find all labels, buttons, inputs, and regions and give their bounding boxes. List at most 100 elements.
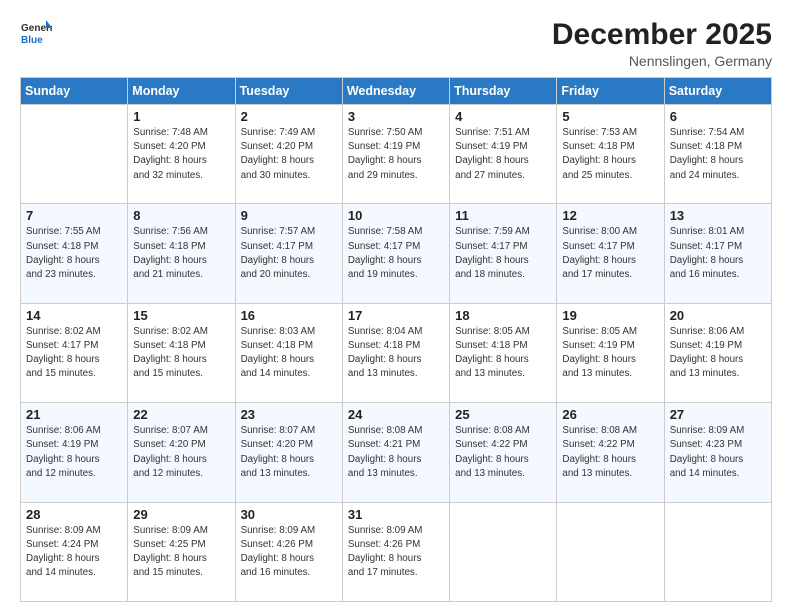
day-number: 20 (670, 308, 766, 323)
calendar-cell (21, 105, 128, 204)
day-info: Sunrise: 8:02 AMSunset: 4:18 PMDaylight:… (133, 325, 229, 382)
day-info: Sunrise: 7:54 AMSunset: 4:18 PMDaylight:… (670, 126, 766, 183)
day-info: Sunrise: 7:51 AMSunset: 4:19 PMDaylight:… (455, 126, 551, 183)
calendar-cell: 19Sunrise: 8:05 AMSunset: 4:19 PMDayligh… (557, 303, 664, 402)
calendar-cell: 3Sunrise: 7:50 AMSunset: 4:19 PMDaylight… (342, 105, 449, 204)
calendar-cell (450, 502, 557, 601)
calendar-cell: 7Sunrise: 7:55 AMSunset: 4:18 PMDaylight… (21, 204, 128, 303)
calendar-cell: 10 Sunrise: 7:58 AMSunset: 4:17 PMDayligh… (342, 204, 449, 303)
calendar-cell: 25 Sunrise: 8:08 AMSunset: 4:22 PMDayligh… (450, 403, 557, 502)
day-number: 5 (562, 109, 658, 124)
calendar-cell (557, 502, 664, 601)
week-row-0: 1 Sunrise: 7:48 AMSunset: 4:20 PMDaylight… (21, 105, 772, 204)
calendar-cell: 14 Sunrise: 8:02 AMSunset: 4:17 PMDayligh… (21, 303, 128, 402)
calendar-cell: 15 Sunrise: 8:02 AMSunset: 4:18 PMDayligh… (128, 303, 235, 402)
calendar-cell: 26Sunrise: 8:08 AMSunset: 4:22 PMDayligh… (557, 403, 664, 502)
calendar-cell: 28Sunrise: 8:09 AMSunset: 4:24 PMDayligh… (21, 502, 128, 601)
day-number: 13 (670, 208, 766, 223)
week-row-2: 14 Sunrise: 8:02 AMSunset: 4:17 PMDayligh… (21, 303, 772, 402)
calendar-cell: 6 Sunrise: 7:54 AMSunset: 4:18 PMDaylight… (664, 105, 771, 204)
day-number: 27 (670, 407, 766, 422)
calendar-cell: 12 Sunrise: 8:00 AMSunset: 4:17 PMDayligh… (557, 204, 664, 303)
day-number: 9 (241, 208, 337, 223)
calendar-cell: 5 Sunrise: 7:53 AMSunset: 4:18 PMDaylight… (557, 105, 664, 204)
col-header-saturday: Saturday (664, 78, 771, 105)
calendar-cell: 29 Sunrise: 8:09 AMSunset: 4:25 PMDayligh… (128, 502, 235, 601)
day-number: 8 (133, 208, 229, 223)
calendar-cell: 8 Sunrise: 7:56 AMSunset: 4:18 PMDaylight… (128, 204, 235, 303)
day-info: Sunrise: 8:00 AMSunset: 4:17 PMDaylight:… (562, 225, 658, 282)
day-number: 17 (348, 308, 444, 323)
calendar-cell: 30 Sunrise: 8:09 AMSunset: 4:26 PMDayligh… (235, 502, 342, 601)
header-row: SundayMondayTuesdayWednesdayThursdayFrid… (21, 78, 772, 105)
day-info: Sunrise: 8:09 AMSunset: 4:26 PMDaylight:… (241, 524, 337, 581)
day-info: Sunrise: 7:48 AMSunset: 4:20 PMDaylight:… (133, 126, 229, 183)
day-info: Sunrise: 7:53 AMSunset: 4:18 PMDaylight:… (562, 126, 658, 183)
day-number: 19 (562, 308, 658, 323)
day-info: Sunrise: 7:59 AMSunset: 4:17 PMDaylight:… (455, 225, 551, 282)
day-number: 21 (26, 407, 122, 422)
day-info: Sunrise: 8:09 AMSunset: 4:26 PMDaylight:… (348, 524, 444, 581)
day-info: Sunrise: 7:57 AMSunset: 4:17 PMDaylight:… (241, 225, 337, 282)
col-header-thursday: Thursday (450, 78, 557, 105)
day-number: 22 (133, 407, 229, 422)
day-number: 16 (241, 308, 337, 323)
calendar-cell: 23 Sunrise: 8:07 AMSunset: 4:20 PMDayligh… (235, 403, 342, 502)
calendar-cell: 16 Sunrise: 8:03 AMSunset: 4:18 PMDayligh… (235, 303, 342, 402)
day-info: Sunrise: 8:07 AMSunset: 4:20 PMDaylight:… (241, 424, 337, 481)
day-info: Sunrise: 8:09 AMSunset: 4:23 PMDaylight:… (670, 424, 766, 481)
day-info: Sunrise: 7:50 AMSunset: 4:19 PMDaylight:… (348, 126, 444, 183)
day-info: Sunrise: 8:09 AMSunset: 4:25 PMDaylight:… (133, 524, 229, 581)
day-info: Sunrise: 7:58 AMSunset: 4:17 PMDaylight:… (348, 225, 444, 282)
day-number: 12 (562, 208, 658, 223)
calendar-cell: 11Sunrise: 7:59 AMSunset: 4:17 PMDayligh… (450, 204, 557, 303)
day-info: Sunrise: 8:05 AMSunset: 4:18 PMDaylight:… (455, 325, 551, 382)
day-number: 28 (26, 507, 122, 522)
header: General Blue December 2025 Nennslingen, … (20, 18, 772, 69)
col-header-friday: Friday (557, 78, 664, 105)
month-title: December 2025 (552, 18, 772, 51)
week-row-1: 7Sunrise: 7:55 AMSunset: 4:18 PMDaylight… (21, 204, 772, 303)
col-header-sunday: Sunday (21, 78, 128, 105)
day-info: Sunrise: 8:03 AMSunset: 4:18 PMDaylight:… (241, 325, 337, 382)
col-header-monday: Monday (128, 78, 235, 105)
day-number: 30 (241, 507, 337, 522)
day-number: 10 (348, 208, 444, 223)
day-number: 14 (26, 308, 122, 323)
day-info: Sunrise: 8:04 AMSunset: 4:18 PMDaylight:… (348, 325, 444, 382)
day-info: Sunrise: 8:02 AMSunset: 4:17 PMDaylight:… (26, 325, 122, 382)
day-info: Sunrise: 8:06 AMSunset: 4:19 PMDaylight:… (670, 325, 766, 382)
calendar-cell: 4 Sunrise: 7:51 AMSunset: 4:19 PMDaylight… (450, 105, 557, 204)
day-number: 15 (133, 308, 229, 323)
day-number: 6 (670, 109, 766, 124)
logo-svg: General Blue (20, 18, 52, 50)
title-block: December 2025 Nennslingen, Germany (552, 18, 772, 69)
logo: General Blue (20, 18, 52, 50)
day-number: 29 (133, 507, 229, 522)
calendar-cell: 18 Sunrise: 8:05 AMSunset: 4:18 PMDayligh… (450, 303, 557, 402)
calendar-cell: 13Sunrise: 8:01 AMSunset: 4:17 PMDayligh… (664, 204, 771, 303)
day-number: 25 (455, 407, 551, 422)
calendar-cell: 27 Sunrise: 8:09 AMSunset: 4:23 PMDayligh… (664, 403, 771, 502)
day-number: 7 (26, 208, 122, 223)
calendar-cell: 20 Sunrise: 8:06 AMSunset: 4:19 PMDayligh… (664, 303, 771, 402)
day-info: Sunrise: 7:56 AMSunset: 4:18 PMDaylight:… (133, 225, 229, 282)
calendar-cell (664, 502, 771, 601)
calendar-cell: 1 Sunrise: 7:48 AMSunset: 4:20 PMDaylight… (128, 105, 235, 204)
calendar-cell: 2Sunrise: 7:49 AMSunset: 4:20 PMDaylight… (235, 105, 342, 204)
calendar-cell: 31Sunrise: 8:09 AMSunset: 4:26 PMDayligh… (342, 502, 449, 601)
day-number: 18 (455, 308, 551, 323)
calendar-body: 1 Sunrise: 7:48 AMSunset: 4:20 PMDaylight… (21, 105, 772, 602)
day-info: Sunrise: 8:08 AMSunset: 4:22 PMDaylight:… (455, 424, 551, 481)
calendar: SundayMondayTuesdayWednesdayThursdayFrid… (20, 77, 772, 602)
day-number: 23 (241, 407, 337, 422)
day-number: 4 (455, 109, 551, 124)
day-number: 24 (348, 407, 444, 422)
calendar-header: SundayMondayTuesdayWednesdayThursdayFrid… (21, 78, 772, 105)
day-info: Sunrise: 8:08 AMSunset: 4:21 PMDaylight:… (348, 424, 444, 481)
location: Nennslingen, Germany (552, 53, 772, 69)
day-number: 1 (133, 109, 229, 124)
calendar-cell: 9 Sunrise: 7:57 AMSunset: 4:17 PMDaylight… (235, 204, 342, 303)
calendar-cell: 17 Sunrise: 8:04 AMSunset: 4:18 PMDayligh… (342, 303, 449, 402)
day-number: 26 (562, 407, 658, 422)
